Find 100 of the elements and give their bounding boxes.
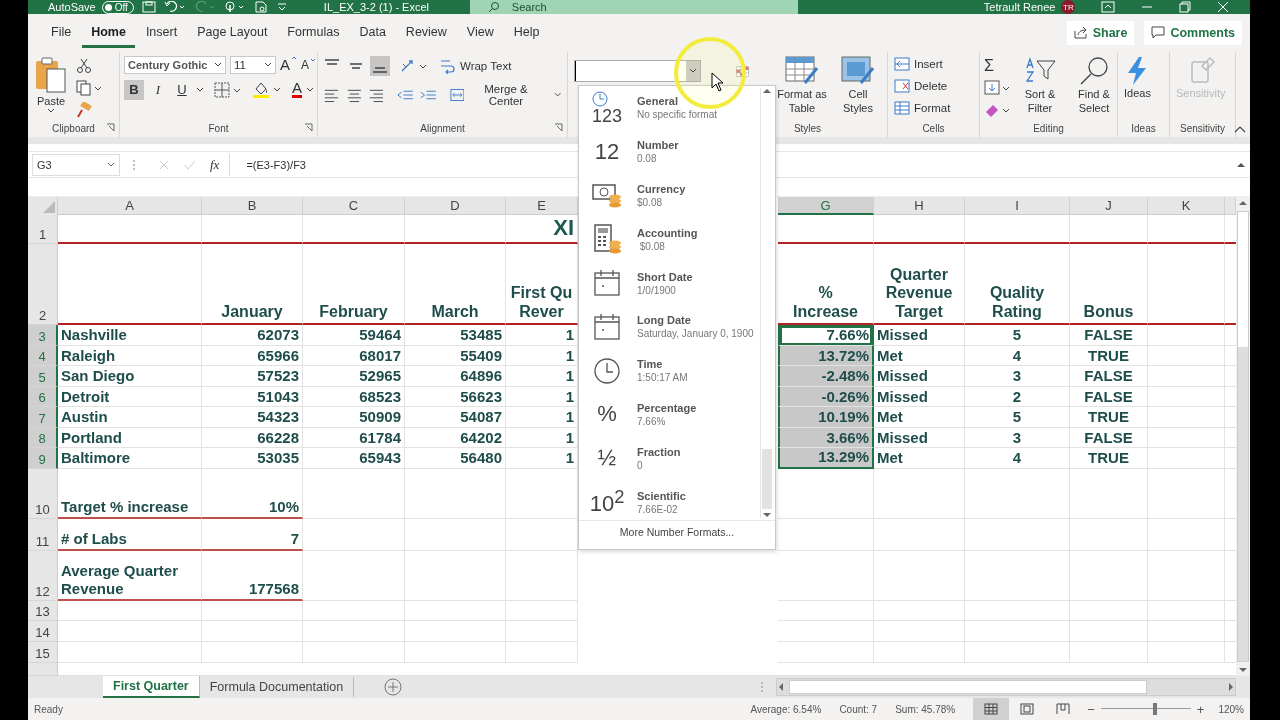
column-header[interactable]: D	[405, 197, 506, 216]
row-header[interactable]: 3	[28, 325, 58, 346]
table-cell[interactable]: Baltimore	[58, 448, 202, 469]
table-cell[interactable]: 68017	[303, 345, 405, 367]
table-cell[interactable]: Raleigh	[58, 345, 202, 367]
ribbon-tab[interactable]: Help	[504, 17, 549, 49]
table-cell[interactable]: -0.26%	[778, 386, 874, 408]
table-cell[interactable]: TRUE	[1070, 448, 1148, 469]
more-formats-link[interactable]: More Number Formats...	[579, 520, 775, 543]
cut-icon[interactable]	[76, 57, 92, 74]
fill-down-icon[interactable]	[984, 79, 1010, 96]
row-header[interactable]: 11	[28, 518, 58, 551]
format-button[interactable]: Format	[892, 99, 953, 116]
column-header[interactable]: H	[874, 197, 965, 216]
ribbon-display-icon[interactable]	[1101, 1, 1116, 13]
dialog-launcher-icon[interactable]	[554, 123, 563, 133]
column-header[interactable]: C	[303, 197, 405, 216]
font-name-dropdown[interactable]: Century Gothic	[124, 55, 226, 74]
row-header[interactable]: 7	[28, 407, 58, 428]
table-cell[interactable]: San Diego	[58, 366, 202, 387]
table-cell[interactable]: Quality Rating	[965, 244, 1070, 326]
menu-item[interactable]: Time 1:50:17 AM	[579, 348, 761, 393]
row-header[interactable]: 6	[28, 386, 58, 408]
table-cell[interactable]: 3	[965, 427, 1070, 449]
menu-item[interactable]: Currency $0.08	[579, 173, 761, 218]
menu-item[interactable]: 123 General No specific format	[579, 86, 761, 130]
table-cell[interactable]: 57523	[202, 366, 303, 387]
table-cell[interactable]: March	[405, 244, 506, 326]
table-cell[interactable]: 10%	[202, 468, 303, 519]
undo-icon[interactable]	[163, 1, 186, 13]
expand-formula-icon[interactable]	[1236, 160, 1246, 169]
table-cell[interactable]: 10.19%	[778, 407, 874, 428]
add-sheet-icon[interactable]	[384, 678, 403, 696]
table-cell[interactable]: 51043	[202, 386, 303, 408]
table-cell[interactable]: 4	[965, 345, 1070, 367]
horizontal-scrollbar[interactable]	[776, 678, 1236, 696]
row-header[interactable]: 15	[28, 641, 58, 663]
table-cell[interactable]: Missed	[874, 386, 965, 408]
menu-item[interactable]: Short Date 1/0/1900	[579, 261, 761, 305]
table-cell[interactable]: Missed	[874, 366, 965, 387]
row-header[interactable]: 2	[28, 244, 58, 326]
dialog-launcher-icon[interactable]	[106, 123, 115, 133]
ribbon-tab[interactable]: Data	[350, 17, 395, 49]
table-cell[interactable]: FALSE	[1070, 325, 1148, 346]
merge-center-button[interactable]: Merge & Center	[447, 81, 563, 108]
table-cell[interactable]: 61784	[303, 427, 405, 449]
borders-icon[interactable]	[214, 81, 242, 98]
table-cell[interactable]: Target % increase	[58, 468, 202, 519]
table-cell[interactable]: 54323	[202, 407, 303, 428]
column-header[interactable]: E	[506, 197, 578, 216]
orientation-icon[interactable]	[400, 57, 428, 74]
insert-function-button[interactable]: fx	[210, 156, 220, 173]
ribbon-tab[interactable]: Formulas	[278, 17, 349, 49]
zoom-in-button[interactable]: +	[1196, 701, 1205, 717]
ribbon-tab[interactable]: Home	[82, 17, 135, 49]
format-painter-icon[interactable]	[76, 101, 92, 118]
fill-color-icon[interactable]	[252, 80, 282, 99]
table-cell[interactable]: Met	[874, 448, 965, 469]
table-cell[interactable]: February	[303, 244, 405, 326]
ribbon-tab[interactable]: Review	[396, 17, 456, 49]
delete-button[interactable]: Delete	[892, 77, 950, 94]
ribbon-tab[interactable]: File	[42, 17, 81, 49]
column-header[interactable]: A	[58, 197, 202, 216]
menu-item[interactable]: Long Date Saturday, January 0, 1900	[579, 305, 761, 349]
zoom-level[interactable]: 120%	[1218, 703, 1244, 715]
select-all-icon[interactable]	[43, 201, 55, 214]
number-format-dropdown[interactable]	[574, 59, 701, 82]
table-cell[interactable]: Met	[874, 345, 965, 367]
user-avatar[interactable]: TR	[1061, 0, 1076, 14]
column-header[interactable]: I	[965, 197, 1070, 216]
table-cell[interactable]: 7	[202, 518, 303, 551]
menu-scrollbar[interactable]	[760, 88, 773, 518]
table-cell[interactable]: 55409	[405, 345, 506, 367]
ribbon-tab[interactable]: Page Layout	[188, 17, 277, 49]
table-cell[interactable]: -2.48%	[778, 366, 874, 387]
row-header[interactable]: 12	[28, 550, 58, 601]
find-select-button[interactable]: Find & Select	[1070, 55, 1118, 116]
column-header[interactable]: G	[778, 197, 874, 216]
row-header[interactable]: 14	[28, 620, 58, 642]
wrap-text-button[interactable]: Wrap Text	[438, 56, 514, 75]
table-cell[interactable]: 177568	[202, 550, 303, 601]
underline-button[interactable]: U	[172, 79, 192, 100]
table-cell[interactable]: 54087	[405, 407, 506, 428]
scroll-thumb[interactable]	[762, 449, 772, 509]
slider-thumb[interactable]	[1152, 703, 1157, 715]
table-cell[interactable]: 2	[965, 386, 1070, 408]
table-cell[interactable]: 65943	[303, 448, 405, 469]
copy-icon[interactable]	[76, 79, 102, 96]
ribbon-tab[interactable]: Insert	[136, 17, 187, 49]
row-header[interactable]: 1	[28, 215, 58, 245]
scroll-up-icon[interactable]	[1238, 199, 1248, 208]
italic-button[interactable]: I	[148, 79, 168, 100]
sort-filter-button[interactable]: Sort & Filter	[1016, 55, 1064, 116]
table-cell[interactable]: Missed	[874, 325, 965, 346]
splitter-icon[interactable]	[132, 157, 136, 172]
table-cell[interactable]: 7.66%	[778, 325, 874, 346]
insert-button[interactable]: Insert	[892, 55, 945, 72]
table-cell[interactable]: 5	[965, 325, 1070, 346]
grow-font-button[interactable]: A	[280, 56, 297, 74]
scroll-up-icon[interactable]	[763, 88, 771, 94]
